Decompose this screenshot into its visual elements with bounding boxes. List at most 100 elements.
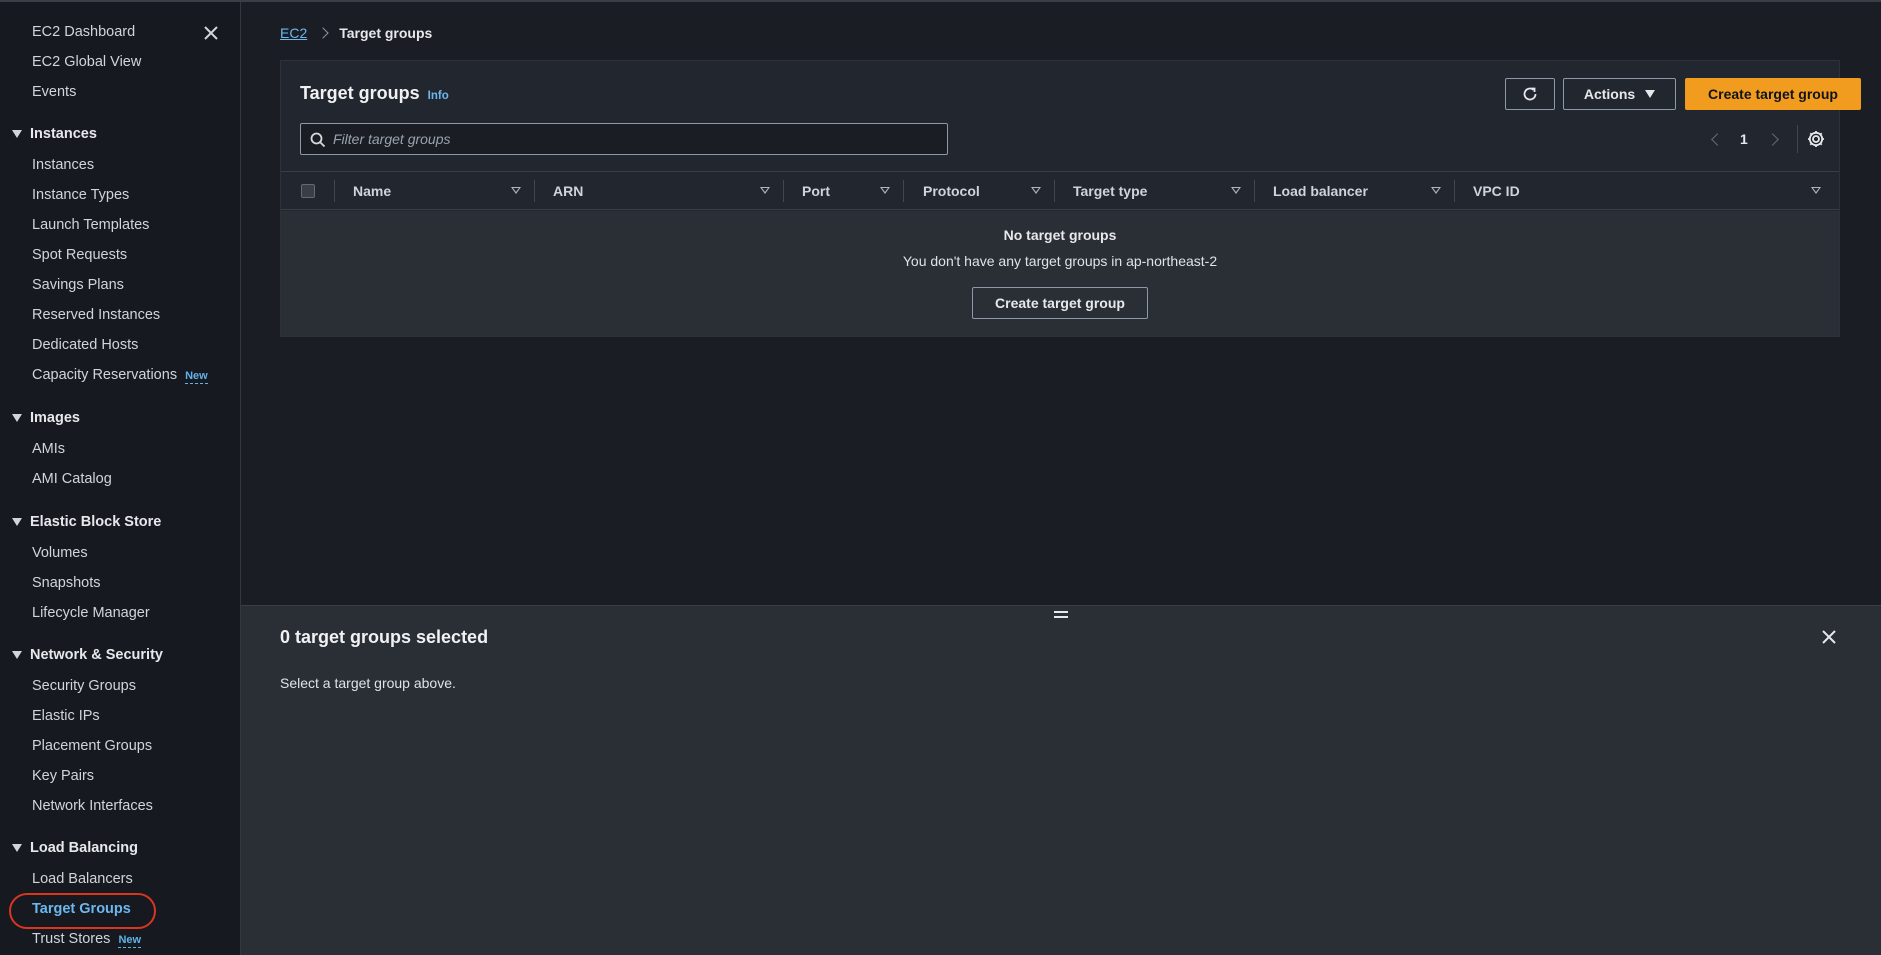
chevron-right-icon	[317, 27, 329, 39]
sort-icon	[511, 187, 521, 194]
column-label: Protocol	[923, 182, 980, 199]
column-label: Target type	[1073, 182, 1148, 199]
caret-down-icon	[12, 518, 22, 526]
create-target-group-empty-button[interactable]: Create target group	[972, 287, 1148, 319]
info-link[interactable]: Info	[428, 90, 449, 102]
column-header-protocol[interactable]: Protocol	[923, 172, 1053, 209]
section-title: Network & Security	[30, 647, 163, 663]
sidebar-item-instances[interactable]: Instances	[32, 157, 94, 173]
column-header-target-type[interactable]: Target type	[1073, 172, 1253, 209]
column-label: Port	[802, 182, 830, 199]
new-badge: New	[118, 934, 142, 948]
column-divider	[903, 180, 904, 202]
caret-down-icon	[12, 844, 22, 852]
sidebar-item-ami-catalog[interactable]: AMI Catalog	[32, 471, 112, 487]
sidebar-item-placement-groups[interactable]: Placement Groups	[32, 738, 152, 754]
column-header-load-balancer[interactable]: Load balancer	[1273, 172, 1453, 209]
gear-icon[interactable]	[1806, 129, 1826, 149]
sidebar-item-trust-stores[interactable]: Trust Stores New	[32, 931, 142, 948]
sidebar-item-launch-templates[interactable]: Launch Templates	[32, 217, 149, 233]
breadcrumb: EC2 Target groups	[280, 25, 432, 41]
sidebar-item-reserved-instances[interactable]: Reserved Instances	[32, 307, 160, 323]
section-title: Instances	[30, 126, 97, 142]
sort-icon	[1811, 187, 1821, 194]
column-header-port[interactable]: Port	[802, 172, 902, 209]
sidebar-item-instance-types[interactable]: Instance Types	[32, 187, 129, 203]
pagination: 1	[1711, 125, 1779, 153]
section-network-security[interactable]: Network & Security	[12, 647, 163, 663]
column-label: Load balancer	[1273, 182, 1368, 199]
column-label: ARN	[553, 182, 584, 199]
refresh-button[interactable]	[1505, 78, 1555, 110]
sidebar-item-amis[interactable]: AMIs	[32, 441, 65, 457]
empty-state-title: No target groups	[1003, 227, 1117, 243]
close-icon[interactable]	[1819, 627, 1839, 647]
panel-title-text: Target groups	[300, 83, 420, 103]
section-elastic-block-store[interactable]: Elastic Block Store	[12, 514, 161, 530]
actions-label: Actions	[1583, 86, 1636, 102]
page-title: Target groups Info	[300, 83, 449, 104]
sidebar-item-network-interfaces[interactable]: Network Interfaces	[32, 798, 153, 814]
breadcrumb-ec2-link[interactable]: EC2	[280, 25, 307, 41]
sidebar-item-spot-requests[interactable]: Spot Requests	[32, 247, 127, 263]
sort-icon	[760, 187, 770, 194]
new-badge: New	[185, 370, 208, 384]
sort-icon	[1231, 187, 1241, 194]
column-divider	[334, 180, 335, 202]
chevron-left-icon[interactable]	[1711, 132, 1724, 146]
sidebar-item-snapshots[interactable]: Snapshots	[32, 575, 101, 591]
breadcrumb-current: Target groups	[339, 25, 433, 41]
sidebar-item-ec2-dashboard[interactable]: EC2 Dashboard	[32, 24, 135, 40]
column-header-vpc-id[interactable]: VPC ID	[1473, 172, 1833, 209]
section-load-balancing[interactable]: Load Balancing	[12, 840, 138, 856]
empty-state-message: You don't have any target groups in ap-n…	[902, 253, 1218, 269]
divider	[1797, 125, 1798, 153]
sidebar-item-events[interactable]: Events	[32, 84, 76, 100]
split-panel-message: Select a target group above.	[280, 675, 456, 691]
column-divider	[1054, 180, 1055, 202]
search-icon	[310, 132, 326, 148]
sidebar-item-label: Trust Stores	[32, 931, 111, 947]
sidebar-item-elastic-ips[interactable]: Elastic IPs	[32, 708, 100, 724]
sidebar-item-key-pairs[interactable]: Key Pairs	[32, 768, 94, 784]
column-divider	[1254, 180, 1255, 202]
sidebar-item-label: Capacity Reservations	[32, 367, 178, 383]
sidebar-item-capacity-reservations[interactable]: Capacity Reservations New	[32, 367, 208, 384]
caret-down-icon	[12, 130, 22, 138]
column-divider	[1454, 180, 1455, 202]
column-divider	[534, 180, 535, 202]
search-input[interactable]	[333, 124, 933, 154]
sidebar-item-lifecycle-manager[interactable]: Lifecycle Manager	[32, 605, 150, 621]
split-panel-title: 0 target groups selected	[280, 627, 489, 647]
page-number[interactable]: 1	[1740, 131, 1748, 147]
drag-handle-icon[interactable]	[1054, 611, 1068, 621]
section-title: Load Balancing	[30, 840, 138, 856]
sidebar: EC2 Dashboard EC2 Global View Events Ins…	[0, 2, 241, 955]
column-header-name[interactable]: Name	[353, 172, 533, 209]
split-panel: 0 target groups selected Select a target…	[241, 605, 1881, 955]
target-groups-panel: Target groups Info Actions Create target…	[280, 60, 1861, 337]
sidebar-item-dedicated-hosts[interactable]: Dedicated Hosts	[32, 337, 138, 353]
refresh-icon	[1523, 87, 1537, 101]
column-label: Name	[353, 182, 392, 199]
sidebar-item-savings-plans[interactable]: Savings Plans	[32, 277, 124, 293]
column-divider	[783, 180, 784, 202]
section-title: Elastic Block Store	[30, 514, 162, 530]
sidebar-item-load-balancers[interactable]: Load Balancers	[32, 871, 133, 887]
search-field	[300, 123, 948, 155]
sidebar-item-security-groups[interactable]: Security Groups	[32, 678, 136, 694]
chevron-right-icon[interactable]	[1765, 132, 1779, 146]
empty-state: No target groups You don't have any targ…	[281, 211, 1839, 336]
sidebar-item-ec2-global-view[interactable]: EC2 Global View	[32, 54, 141, 70]
create-target-group-button[interactable]: Create target group	[1685, 78, 1861, 110]
actions-dropdown-button[interactable]: Actions	[1563, 78, 1676, 110]
section-images[interactable]: Images	[12, 410, 80, 426]
column-header-arn[interactable]: ARN	[553, 172, 782, 209]
close-icon[interactable]	[200, 22, 222, 44]
section-instances[interactable]: Instances	[12, 126, 97, 142]
sort-icon	[1031, 187, 1041, 194]
sidebar-item-volumes[interactable]: Volumes	[32, 545, 88, 561]
section-title: Images	[30, 410, 80, 426]
select-all-checkbox[interactable]	[301, 184, 315, 198]
caret-down-icon	[12, 414, 22, 422]
